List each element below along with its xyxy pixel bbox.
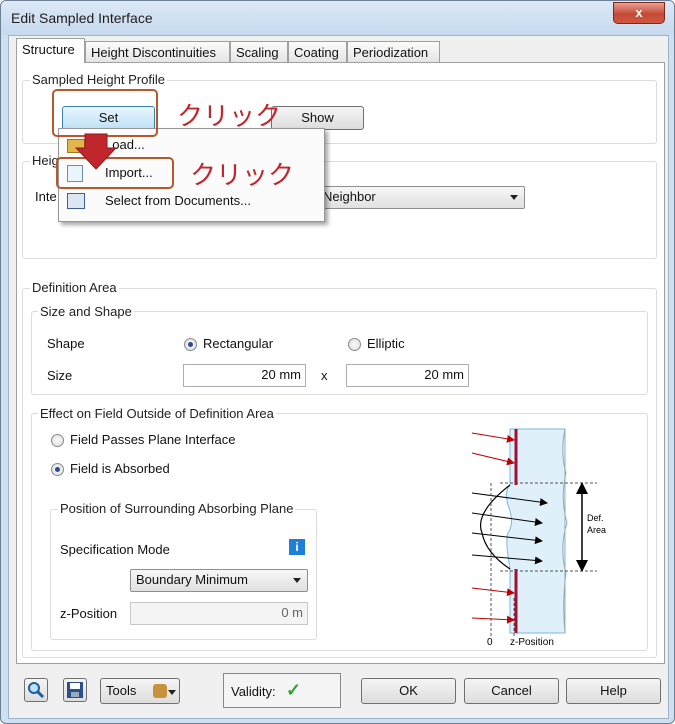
spec-mode-select[interactable]: Boundary Minimum [130, 569, 308, 592]
times-label: x [321, 368, 328, 383]
button-label: OK [399, 683, 418, 698]
cancel-button[interactable]: Cancel [464, 678, 559, 704]
field-absorbed-radio[interactable] [51, 463, 64, 476]
validity-label: Validity: [231, 684, 276, 699]
button-label: Help [600, 683, 627, 698]
size-x-field[interactable]: 20 mm [183, 364, 306, 387]
tab-coating[interactable]: Coating [288, 41, 347, 62]
documents-icon [67, 193, 85, 209]
search-icon [28, 682, 45, 699]
chevron-down-icon [168, 690, 176, 695]
zpos-label: z-Position [60, 606, 118, 621]
click-annotation-1: クリック [177, 102, 282, 132]
show-button[interactable]: Show [271, 106, 364, 130]
size-y-field[interactable]: 20 mm [346, 364, 469, 387]
size-label: Size [47, 368, 73, 383]
click-annotation-2: クリック [190, 161, 295, 191]
select-value: Boundary Minimum [136, 572, 248, 587]
tab-label: Height Discontinuities [91, 45, 217, 60]
select-value: Neighbor [323, 189, 376, 204]
rectangular-radio[interactable] [184, 338, 197, 351]
size-shape-group [31, 311, 648, 395]
field-passes-radio[interactable] [51, 434, 64, 447]
def-label-1: Def. [587, 513, 604, 523]
tab-label: Structure [22, 42, 75, 57]
group-label: Size and Shape [38, 304, 134, 319]
tab-structure[interactable]: Structure [16, 38, 85, 63]
zpos-diagram-label: z-Position [510, 637, 554, 648]
group-label: Position of Surrounding Absorbing Plane [58, 501, 296, 516]
close-button[interactable]: x [613, 2, 665, 24]
validity-box: Validity: ✓ [223, 673, 341, 708]
chevron-down-icon [293, 578, 301, 583]
save-icon [67, 682, 83, 698]
help-button[interactable]: Help [566, 678, 661, 704]
field-passes-label: Field Passes Plane Interface [70, 432, 236, 447]
tab-height-discontinuities[interactable]: Height Discontinuities [85, 41, 230, 62]
interpolation-select[interactable]: Neighbor [317, 186, 525, 209]
info-icon[interactable]: i [289, 539, 305, 555]
zero-label: 0 [487, 637, 493, 648]
field-absorbed-label: Field is Absorbed [70, 461, 170, 476]
search-button[interactable] [24, 678, 48, 702]
tools-icon [153, 684, 167, 698]
tab-label: Scaling [236, 45, 279, 60]
button-label: Cancel [491, 683, 532, 698]
window-title: Edit Sampled Interface [11, 10, 153, 26]
tab-label: Periodization [353, 45, 429, 60]
def-label-2: Area [587, 525, 606, 535]
set-highlight-box [52, 89, 158, 137]
absorbing-plane-diagram: Def. Area 0 z-Position [471, 428, 606, 648]
elliptic-label: Elliptic [367, 336, 405, 351]
ok-button[interactable]: OK [361, 678, 456, 704]
close-icon: x [635, 5, 643, 20]
tools-button[interactable]: Tools [100, 678, 180, 704]
tools-label: Tools [106, 683, 137, 698]
tab-label: Coating [294, 45, 339, 60]
zpos-field[interactable]: 0 m [130, 602, 308, 625]
save-button[interactable] [63, 678, 87, 702]
spec-mode-label: Specification Mode [60, 542, 170, 557]
shape-label: Shape [47, 336, 85, 351]
elliptic-radio[interactable] [348, 338, 361, 351]
interpolation-label: Inte [35, 189, 57, 204]
check-icon: ✓ [286, 680, 302, 700]
title-bar: Edit Sampled Interface x [1, 1, 674, 35]
tab-scaling[interactable]: Scaling [230, 41, 288, 62]
button-label: Show [301, 110, 334, 125]
tab-periodization[interactable]: Periodization [347, 41, 440, 62]
group-label: Effect on Field Outside of Definition Ar… [38, 406, 276, 421]
down-arrow-icon [75, 133, 117, 170]
chevron-down-icon [510, 195, 518, 200]
group-label: Sampled Height Profile [30, 72, 167, 87]
rectangular-label: Rectangular [203, 336, 274, 351]
group-label: Definition Area [30, 280, 119, 295]
